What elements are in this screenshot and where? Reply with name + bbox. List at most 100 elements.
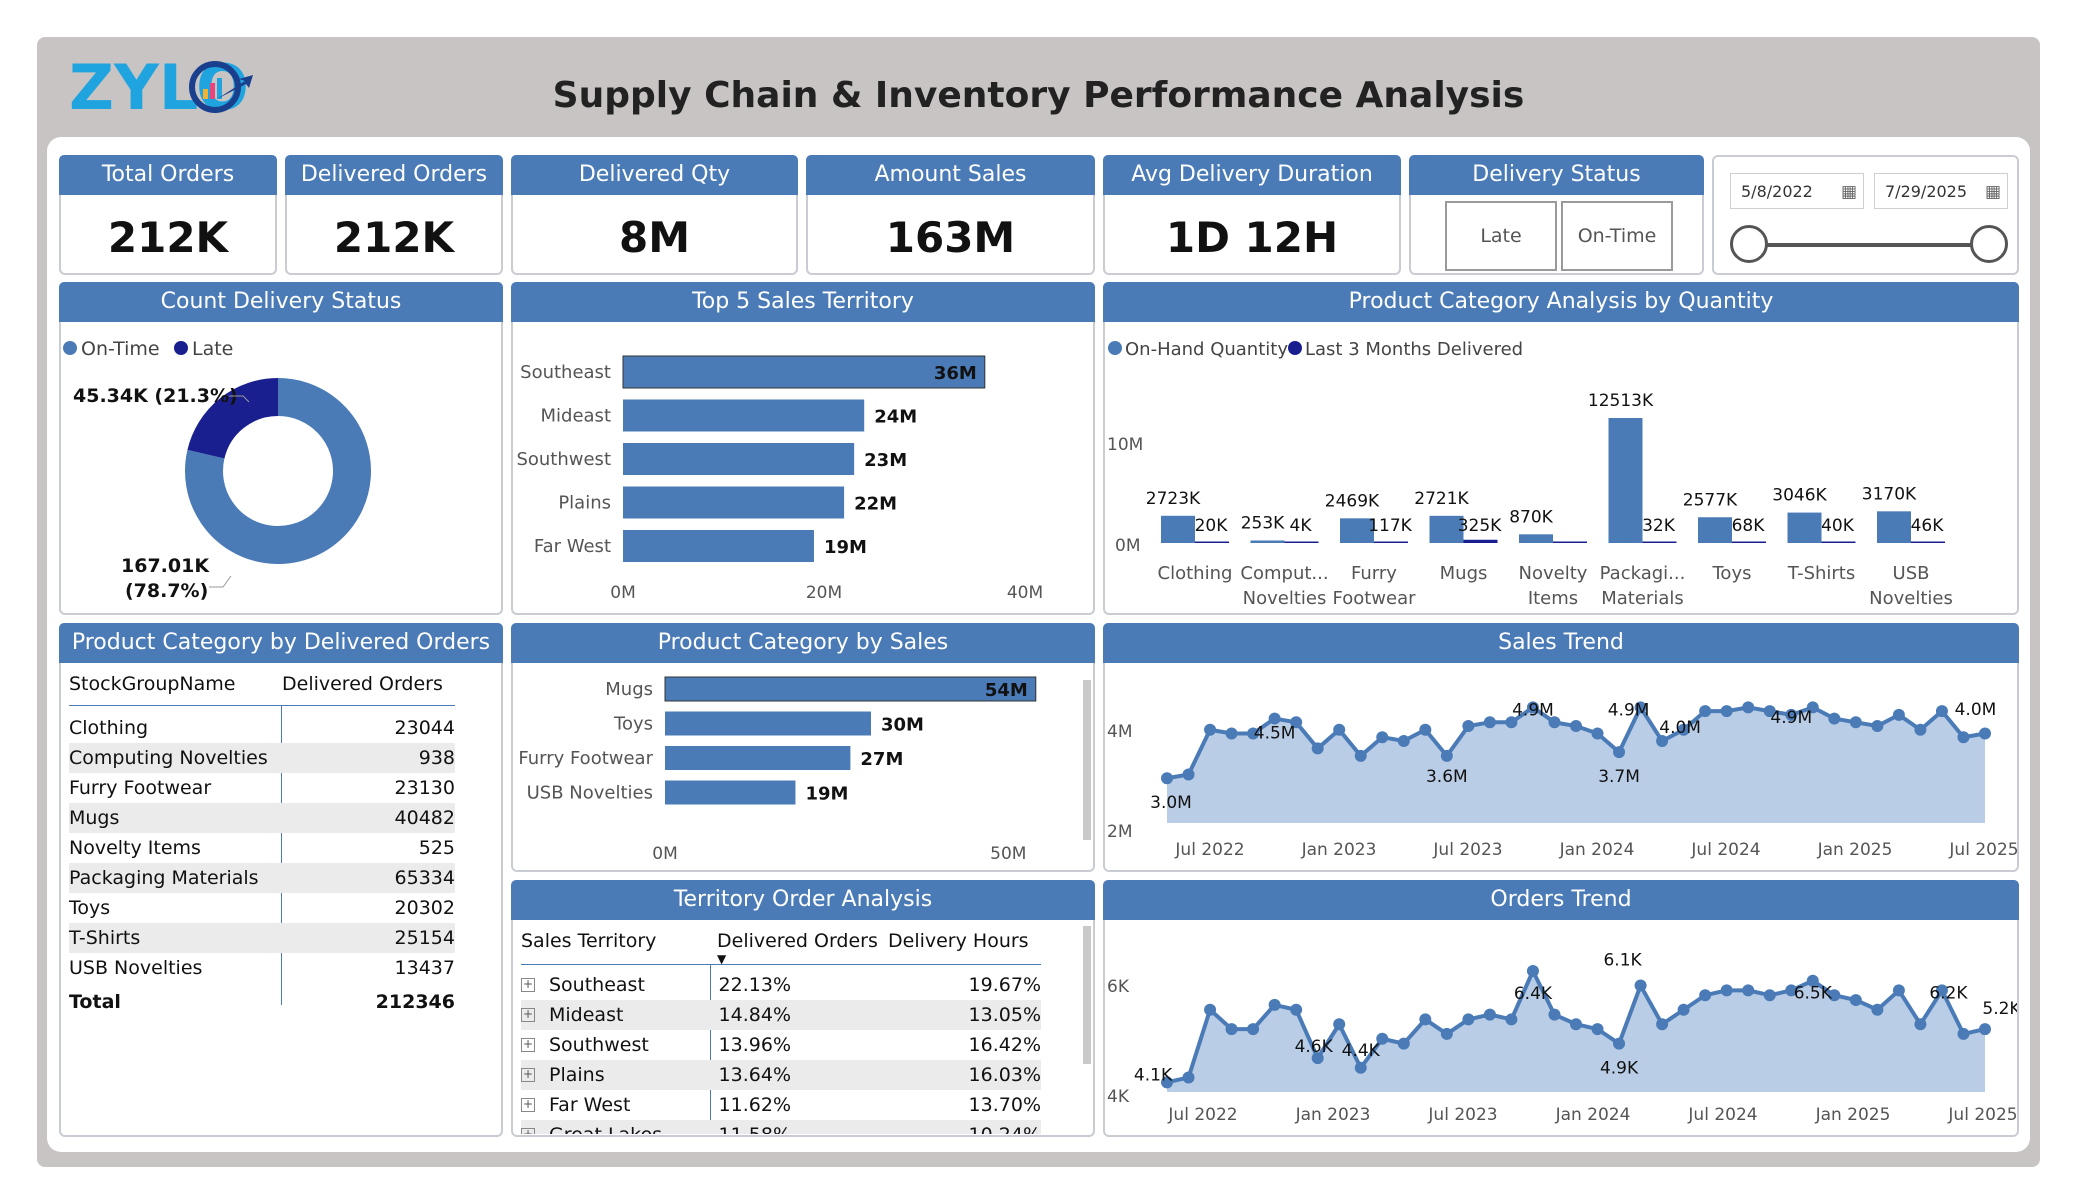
calendar-icon[interactable]: ▦: [1985, 174, 2001, 210]
kpi-total-orders[interactable]: Total Orders 212K: [59, 155, 277, 275]
column-header[interactable]: Delivered Orders: [717, 926, 878, 956]
slicer-option-on-time[interactable]: On-Time: [1561, 201, 1673, 271]
expand-icon[interactable]: +: [521, 978, 535, 992]
bar-data-label: 23M: [864, 450, 907, 471]
trend-point: [1699, 989, 1712, 1002]
expand-icon[interactable]: +: [521, 1008, 535, 1022]
trend-point: [1204, 723, 1217, 736]
trend-area: [1167, 971, 1985, 1092]
expand-icon[interactable]: +: [521, 1128, 535, 1134]
bar: [623, 530, 814, 562]
bar: [665, 780, 796, 805]
start-date-input[interactable]: 5/8/2022 ▦: [1730, 173, 1864, 209]
start-date-value: 5/8/2022: [1741, 182, 1813, 201]
column-header[interactable]: StockGroupName: [69, 669, 235, 699]
column-last-3-months: [1284, 541, 1319, 543]
kpi-delivered-orders[interactable]: Delivered Orders 212K: [285, 155, 503, 275]
cell-territory: Plains: [549, 1064, 605, 1086]
trend-point: [1483, 1008, 1496, 1021]
slider-start-handle[interactable]: [1730, 225, 1768, 263]
column-header[interactable]: Delivery Hours: [888, 926, 1029, 956]
kpi-value: 212K: [333, 213, 455, 262]
table-row[interactable]: + Plains 13.64% 16.03%: [521, 1060, 1041, 1090]
table-row[interactable]: + Southwest 13.96% 16.42%: [521, 1030, 1041, 1060]
trend-point: [1247, 1023, 1260, 1036]
column-data-label: 2721K: [1414, 489, 1469, 509]
table-row[interactable]: Computing Novelties 938: [69, 743, 455, 773]
expand-icon[interactable]: +: [521, 1098, 535, 1112]
trend-point: [1419, 1013, 1432, 1026]
x-tick: 40M: [1007, 583, 1043, 603]
table-row[interactable]: + Mideast 14.84% 13.05%: [521, 1000, 1041, 1030]
header-divider: [521, 964, 1041, 965]
bar-data-label: 19M: [805, 784, 848, 805]
calendar-icon[interactable]: ▦: [1841, 174, 1857, 210]
card-title: Sales Trend: [1103, 623, 2019, 663]
end-date-input[interactable]: 7/29/2025 ▦: [1874, 173, 2008, 209]
table-row[interactable]: T-Shirts 25154: [69, 923, 455, 953]
table-row[interactable]: + Far West 11.62% 13.70%: [521, 1090, 1041, 1120]
scrollbar[interactable]: [1083, 926, 1091, 1064]
trend-point: [1871, 1003, 1884, 1016]
cell-delivery-hours: 13.05%: [968, 1004, 1041, 1026]
cell-delivered-orders: 13.96%: [718, 1034, 791, 1056]
column-data-label: 32K: [1642, 516, 1676, 536]
bar-category-label: Far West: [534, 536, 611, 557]
trend-point: [1871, 720, 1884, 733]
column-last-3-months: [1374, 541, 1408, 543]
column-data-label: 46K: [1911, 516, 1945, 536]
trend-data-label: 4.9K: [1600, 1059, 1639, 1079]
trend-data-label: 4.1K: [1134, 1065, 1173, 1085]
product-qty-chart: On-Hand Quantity Last 3 Months Delivered…: [1107, 339, 1953, 609]
trend-data-label: 4.0M: [1955, 700, 1997, 720]
total-label: Total: [69, 991, 121, 1013]
table-row[interactable]: Clothing 23044: [69, 713, 455, 743]
trend-point: [1570, 1018, 1582, 1031]
category-label: Novelties: [1243, 588, 1327, 609]
y-tick: 4M: [1107, 722, 1132, 742]
column-data-label: 253K: [1241, 513, 1285, 533]
kpi-avg-delivery-duration[interactable]: Avg Delivery Duration 1D 12H: [1103, 155, 1401, 275]
column-header[interactable]: Delivered Orders: [282, 669, 443, 699]
table-row[interactable]: Toys 20302: [69, 893, 455, 923]
cell-stock-group: Furry Footwear: [69, 777, 212, 799]
card-title: Top 5 Sales Territory: [511, 282, 1095, 322]
table-row[interactable]: Furry Footwear 23130: [69, 773, 455, 803]
trend-point: [1204, 1003, 1217, 1016]
table-row[interactable]: Novelty Items 525: [69, 833, 455, 863]
trend-point: [1914, 723, 1927, 736]
column-on-hand: [1877, 511, 1911, 543]
column-on-hand: [1698, 517, 1732, 543]
column-data-label: 870K: [1509, 507, 1553, 527]
column-header[interactable]: Sales Territory: [521, 926, 656, 956]
x-tick: 50M: [990, 844, 1026, 864]
kpi-amount-sales[interactable]: Amount Sales 163M: [806, 155, 1095, 275]
trend-point: [1656, 1018, 1669, 1031]
kpi-label: Delivered Qty: [511, 155, 798, 195]
table-row[interactable]: + Southeast 22.13% 19.67%: [521, 970, 1041, 1000]
expand-icon[interactable]: +: [521, 1068, 535, 1082]
trend-point: [1720, 705, 1733, 718]
cell-stock-group: Toys: [69, 897, 111, 919]
expand-icon[interactable]: +: [521, 1038, 535, 1052]
table-row[interactable]: Packaging Materials 65334: [69, 863, 455, 893]
table-header-row: Sales Territory Delivered Orders Deliver…: [521, 926, 1041, 956]
x-tick: Jan 2023: [1295, 1105, 1371, 1125]
cell-territory: Southwest: [549, 1034, 649, 1056]
cell-territory: Mideast: [549, 1004, 624, 1026]
trend-point: [1333, 1018, 1346, 1031]
category-label: Comput...: [1240, 563, 1328, 584]
slicer-option-late[interactable]: Late: [1445, 201, 1557, 271]
scrollbar[interactable]: [1083, 680, 1091, 840]
table-row[interactable]: USB Novelties 13437: [69, 953, 455, 983]
table-row[interactable]: Mugs 40482: [69, 803, 455, 833]
cell-delivered-orders: 20302: [394, 897, 455, 919]
delivered-orders-table-card: Product Category by Delivered Orders Sto…: [59, 623, 503, 1137]
trend-data-label: 4.0M: [1659, 718, 1701, 738]
trend-data-label: 4.6K: [1295, 1037, 1334, 1057]
table-row[interactable]: + Great Lakes 11.58% 10.24%: [521, 1120, 1041, 1134]
kpi-delivered-qty[interactable]: Delivered Qty 8M: [511, 155, 798, 275]
trend-data-label: 6.2K: [1929, 983, 1968, 1003]
slider-end-handle[interactable]: [1970, 225, 2008, 263]
orders-trend-chart: 6K 4K 4.1K 4.6K 4.4K 6.4K 6.1K 4.9K 6.5K 6.2K 5.…: [1107, 951, 2017, 1125]
